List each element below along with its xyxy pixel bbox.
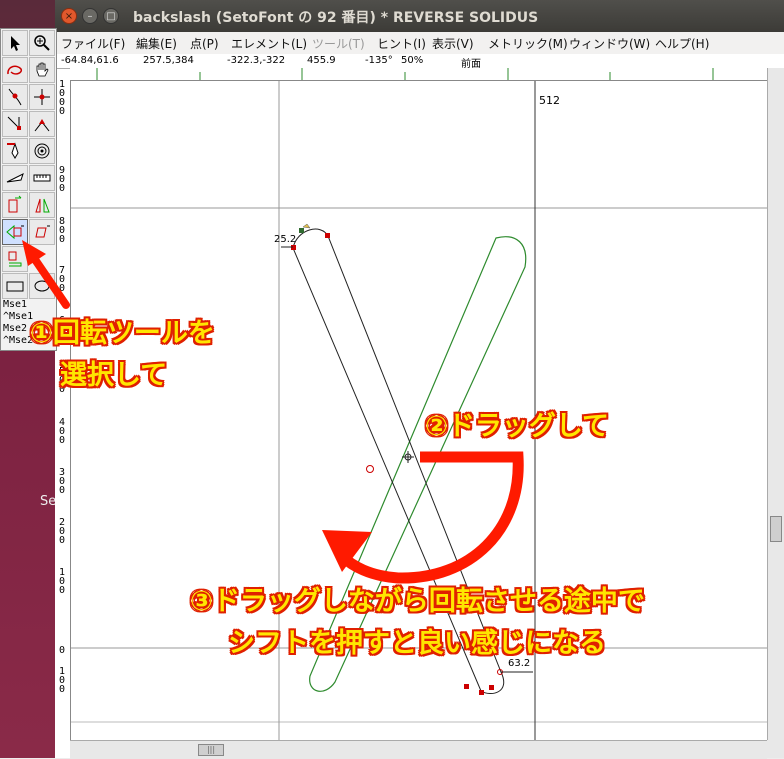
knife-icon[interactable] xyxy=(2,165,28,191)
menu-tools[interactable]: ツール(T) xyxy=(312,35,365,52)
ruler-digit: 0 xyxy=(58,485,66,496)
mouse-state-mse1: Mse1 xyxy=(3,299,28,310)
annotation-step3-line1: ③ドラッグしながら回転させる途中で xyxy=(190,586,645,617)
menu-bar: ファイル(F) 編集(E) 点(P) エレメント(L) ツール(T) ヒント(I… xyxy=(55,32,784,55)
title-bar[interactable]: × – □ backslash (SetoFont の 92 番目) * REV… xyxy=(55,0,784,32)
ruler-digit: 0 xyxy=(58,234,66,245)
perspective-icon[interactable] xyxy=(29,219,55,245)
horizontal-scrollbar[interactable]: ||| xyxy=(70,740,767,759)
cursor-coords: -64.84,61.6 xyxy=(61,55,119,66)
maximize-button[interactable]: □ xyxy=(103,8,119,24)
skew-icon[interactable] xyxy=(29,192,55,218)
annotation-step1-line1: ①回転ツールを xyxy=(30,318,215,349)
freehand-icon[interactable] xyxy=(2,57,28,83)
menu-point[interactable]: 点(P) xyxy=(190,35,219,52)
menu-file[interactable]: ファイル(F) xyxy=(61,35,125,52)
rectangle-icon[interactable] xyxy=(2,273,28,299)
pointer-icon[interactable] xyxy=(2,30,28,56)
ruler-digit: 0 xyxy=(58,183,66,194)
vertical-ruler: 1 0 0 0 9 0 0 8 0 0 7 0 0 6 0 0 5 0 0 4 … xyxy=(55,80,71,740)
menu-hints[interactable]: ヒント(I) xyxy=(377,35,426,52)
menu-edit[interactable]: 編集(E) xyxy=(136,35,177,52)
minimize-button[interactable]: – xyxy=(82,8,98,24)
info-bar: -64.84,61.6 257.5,384 -322.3,-322 455.9 … xyxy=(55,54,784,70)
ruler-icon[interactable] xyxy=(29,165,55,191)
resize-grip-icon[interactable] xyxy=(767,740,784,758)
advance-width-label: 512 xyxy=(539,94,560,107)
vertical-scrollbar[interactable] xyxy=(767,68,784,740)
scroll-hand-icon[interactable] xyxy=(29,57,55,83)
ruler-ticks xyxy=(96,68,714,80)
hvcurve-point-icon[interactable] xyxy=(29,84,55,110)
pen-icon[interactable] xyxy=(2,138,28,164)
tool-palette: Mse1 ^Mse1 Mse2 ^Mse2 xyxy=(0,28,57,351)
ruler-digit: 0 xyxy=(58,585,66,596)
annotation-step3-line2: シフトを押すと良い感じになる xyxy=(228,628,606,659)
tangent-point-icon[interactable] xyxy=(29,111,55,137)
horizontal-scroll-thumb[interactable]: ||| xyxy=(198,744,224,756)
ruler-digit: 0 xyxy=(58,283,66,294)
mouse-state-mse2: Mse2 xyxy=(3,323,28,334)
rotation-center[interactable] xyxy=(366,465,374,473)
ruler-digit: 0 xyxy=(58,106,66,117)
mouse-state-ctrl-mse1: ^Mse1 xyxy=(3,311,34,322)
ruler-digit: 0 xyxy=(58,435,66,446)
3d-rotate-icon[interactable] xyxy=(2,246,28,272)
crosshair-handle[interactable] xyxy=(402,451,414,463)
spiro-icon[interactable] xyxy=(29,138,55,164)
distance-value: 455.9 xyxy=(307,55,336,66)
point-bottom[interactable] xyxy=(479,690,484,695)
ellipse-icon[interactable] xyxy=(29,273,55,299)
menu-help[interactable]: ヘルプ(H) xyxy=(655,35,709,52)
rotate-icon[interactable] xyxy=(2,219,28,245)
rotated-outline xyxy=(309,236,527,692)
corner-point-icon[interactable] xyxy=(2,111,28,137)
ruler-digit: 0 xyxy=(58,535,66,546)
close-button[interactable]: × xyxy=(61,8,77,24)
point-bottom-left[interactable] xyxy=(464,684,469,689)
start-point-marker xyxy=(302,223,311,229)
curve-point-icon[interactable] xyxy=(2,84,28,110)
mouse-state-ctrl-mse2: ^Mse2 xyxy=(3,335,34,346)
original-outline xyxy=(292,228,504,695)
window-title: backslash (SetoFont の 92 番目) * REVERSE S… xyxy=(133,10,539,26)
annotation-step1-line2: 選択して xyxy=(60,360,168,391)
point-top-left[interactable] xyxy=(299,228,304,233)
delta-coords: -322.3,-322 xyxy=(227,55,286,66)
vertical-scroll-thumb[interactable] xyxy=(770,516,782,542)
ruler-digit: 0 xyxy=(58,645,66,656)
point-bottom-right[interactable] xyxy=(489,685,494,690)
menu-metrics[interactable]: メトリック(M) xyxy=(488,35,568,52)
zoom-level: 50% xyxy=(401,55,424,66)
point-top-right[interactable] xyxy=(325,233,330,238)
dimension-label-start: 25.2 xyxy=(274,234,297,245)
desktop-label: Se xyxy=(40,494,57,509)
mouse-state-list: Mse1 ^Mse1 Mse2 ^Mse2 xyxy=(3,299,33,347)
point-coords: 257.5,384 xyxy=(143,55,194,66)
annotation-step2: ②ドラッグして xyxy=(425,411,610,442)
ruler-digit: 0 xyxy=(58,684,66,695)
horizontal-ruler xyxy=(70,68,769,81)
angle-value: -135° xyxy=(365,55,393,66)
menu-element[interactable]: エレメント(L) xyxy=(231,35,307,52)
flip-icon[interactable] xyxy=(2,192,28,218)
menu-window[interactable]: ウィンドウ(W) xyxy=(569,35,650,52)
magnify-icon[interactable] xyxy=(29,30,55,56)
menu-view[interactable]: 表示(V) xyxy=(432,35,474,52)
